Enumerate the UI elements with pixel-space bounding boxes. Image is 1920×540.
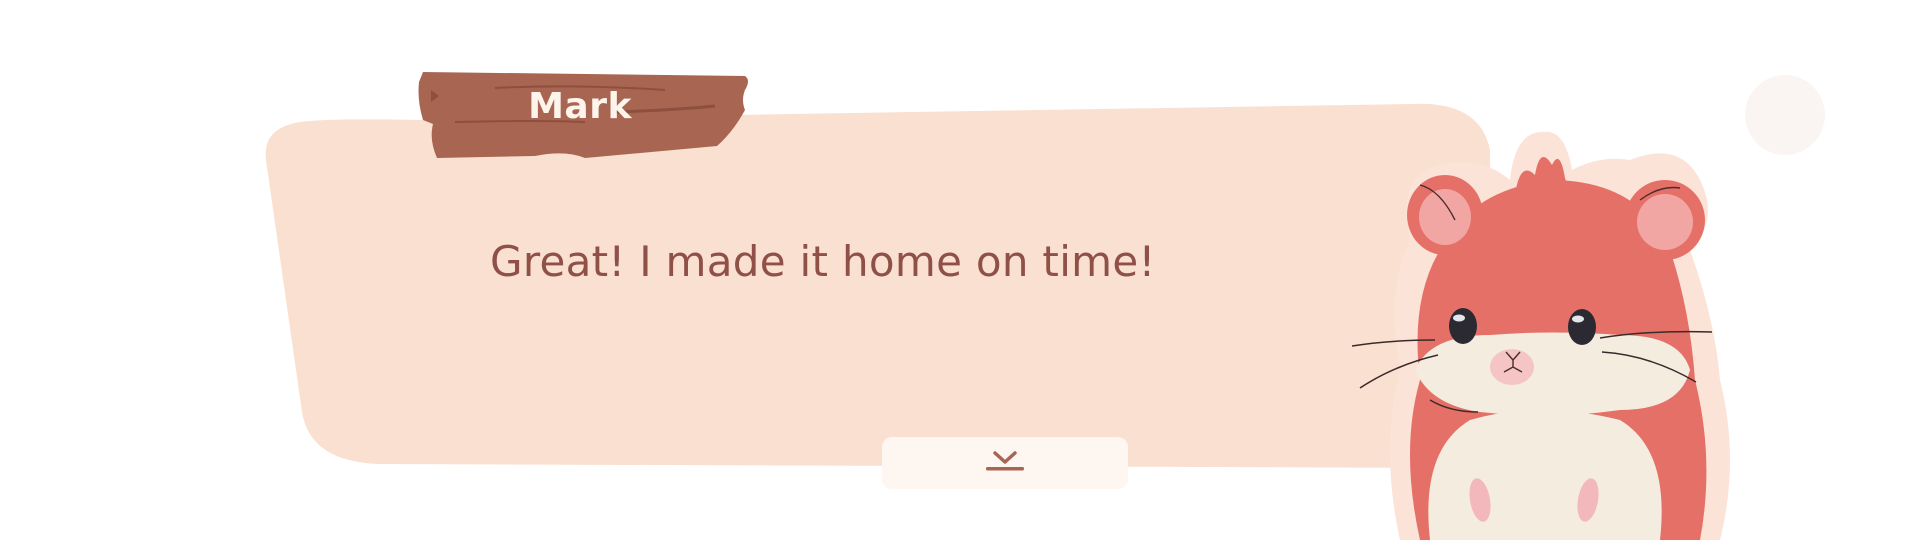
speaker-name: Mark	[528, 86, 632, 127]
chevron-down-to-line-icon	[986, 451, 1024, 471]
dialogue-text: Great! I made it home on time!	[490, 237, 1156, 286]
advance-dialogue-button[interactable]	[882, 437, 1128, 489]
hamster-portrait	[1351, 131, 1730, 540]
dialogue-scene: Mark Great! I made it home on time!	[0, 0, 1920, 540]
